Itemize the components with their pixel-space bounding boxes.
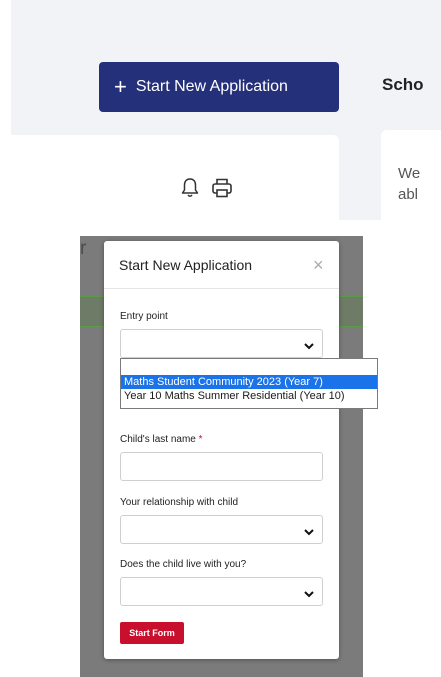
dropdown-option[interactable]: Maths Student Community 2023 (Year 7) (121, 375, 377, 389)
close-icon[interactable]: × (313, 255, 324, 275)
modal-divider (104, 288, 339, 289)
modal-title: Start New Application (119, 257, 253, 273)
start-application-modal: Start New Application × Entry point Chil… (104, 241, 339, 659)
entry-point-label: Entry point (120, 311, 168, 322)
bell-icon[interactable] (180, 177, 200, 204)
right-card: We abl (381, 130, 441, 225)
background-text: r (80, 238, 87, 259)
entry-point-select[interactable] (120, 329, 323, 358)
right-card-text-line: We (398, 165, 421, 182)
chevron-down-icon (303, 586, 315, 604)
printer-icon[interactable] (211, 177, 233, 204)
required-marker: * (198, 434, 203, 445)
relationship-select[interactable] (120, 515, 323, 544)
plus-icon: + (114, 74, 127, 99)
start-new-application-button[interactable]: + Start New Application (99, 62, 339, 112)
relationship-label: Your relationship with child (120, 497, 239, 508)
right-card-text: We abl (398, 163, 420, 205)
lives-with-you-select[interactable] (120, 577, 323, 606)
chevron-down-icon (303, 338, 315, 356)
entry-point-dropdown-list: Maths Student Community 2023 (Year 7) Ye… (120, 358, 378, 409)
lives-with-you-label: Does the child live with you? (120, 559, 247, 570)
child-last-name-input[interactable] (120, 452, 323, 481)
child-last-name-label-text: Child's last name (120, 434, 196, 445)
dropdown-option[interactable]: Year 10 Maths Summer Residential (Year 1… (121, 389, 377, 403)
start-new-application-label: Start New Application (135, 78, 288, 95)
child-last-name-label: Child's last name * (120, 434, 203, 445)
start-form-button[interactable]: Start Form (120, 622, 184, 644)
chevron-down-icon (303, 524, 315, 542)
right-card-text-line: abl (398, 186, 419, 203)
school-heading: Scho (382, 75, 424, 94)
left-card (11, 135, 339, 225)
